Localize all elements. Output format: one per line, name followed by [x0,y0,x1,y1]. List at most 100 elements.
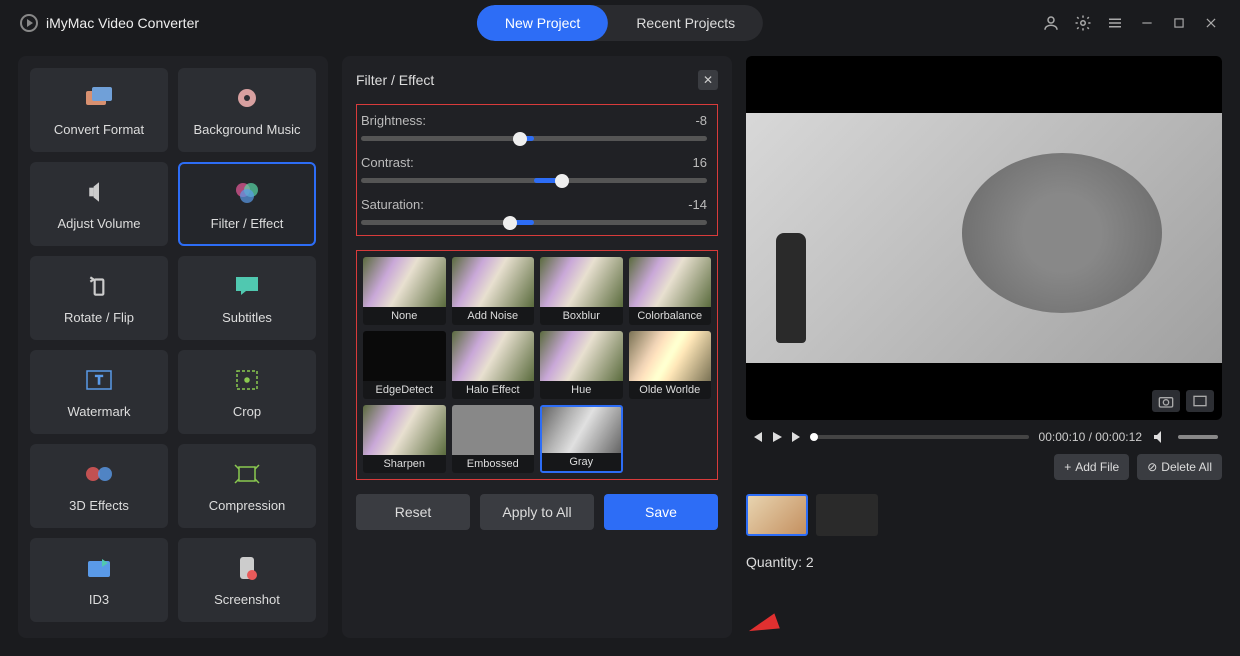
fullscreen-icon[interactable] [1186,390,1214,412]
tool-watermark[interactable]: T Watermark [30,350,168,434]
tool-label: Adjust Volume [57,216,140,231]
volume-slider[interactable] [1178,435,1218,439]
tool-convert-format[interactable]: Convert Format [30,68,168,152]
id3-icon [84,554,114,582]
tool-label: Watermark [67,404,130,419]
rotate-icon [84,272,114,300]
apply-to-all-button[interactable]: Apply to All [480,494,594,530]
screenshot-icon [232,554,262,582]
filter-edgedetect[interactable]: EdgeDetect [363,331,446,399]
app-logo-icon [20,14,38,32]
compression-icon [232,460,262,488]
time-display: 00:00:10 / 00:00:12 [1039,430,1142,444]
tool-3d-effects[interactable]: 3D Effects [30,444,168,528]
clip-thumb-1[interactable] [746,494,808,536]
filter-hue[interactable]: Hue [540,331,623,399]
tool-compression[interactable]: Compression [178,444,316,528]
close-icon[interactable] [1202,14,1220,32]
settings-icon[interactable] [1074,14,1092,32]
tool-background-music[interactable]: Background Music [178,68,316,152]
brightness-slider[interactable]: Brightness: -8 [361,113,707,141]
contrast-slider[interactable]: Contrast: 16 [361,155,707,183]
filter-olde-worlde[interactable]: Olde Worlde [629,331,712,399]
crop-icon [232,366,262,394]
convert-format-icon [84,84,114,112]
tools-sidebar: Convert Format Background Music Adjust V… [18,56,328,638]
tool-label: ID3 [89,592,109,607]
play-icon[interactable] [770,430,784,444]
tool-label: Background Music [194,122,301,137]
filter-sharpen[interactable]: Sharpen [363,405,446,473]
tab-recent-projects[interactable]: Recent Projects [608,5,763,41]
slider-label: Brightness: [361,113,426,128]
app-brand: iMyMac Video Converter [20,14,199,32]
filter-embossed[interactable]: Embossed [452,405,535,473]
tab-new-project[interactable]: New Project [477,5,608,41]
volume-icon[interactable] [1152,430,1168,444]
account-icon[interactable] [1042,14,1060,32]
clip-list [746,490,1222,540]
sliders-group: Brightness: -8 Contrast: 16 Saturation: … [356,104,718,236]
titlebar: iMyMac Video Converter New Project Recen… [0,0,1240,46]
watermark-icon: T [84,366,114,394]
saturation-slider[interactable]: Saturation: -14 [361,197,707,225]
filter-presets-group: None Add Noise Boxblur Colorbalance Edge… [356,250,718,480]
next-icon[interactable] [790,430,804,444]
tool-label: Filter / Effect [211,216,284,231]
clip-thumb-2[interactable] [816,494,878,536]
tool-label: Crop [233,404,261,419]
prev-icon[interactable] [750,430,764,444]
tool-filter-effect[interactable]: Filter / Effect [178,162,316,246]
app-title: iMyMac Video Converter [46,15,199,31]
volume-icon [84,178,114,206]
titlebar-right [1042,14,1220,32]
tool-screenshot[interactable]: Screenshot [178,538,316,622]
snapshot-icon[interactable] [1152,390,1180,412]
tool-adjust-volume[interactable]: Adjust Volume [30,162,168,246]
filter-halo-effect[interactable]: Halo Effect [452,331,535,399]
subtitles-icon [232,272,262,300]
panel-close-button[interactable]: ✕ [698,70,718,90]
3d-icon [84,460,114,488]
tool-label: Rotate / Flip [64,310,134,325]
svg-text:T: T [95,373,103,387]
music-icon [232,84,262,112]
project-tabs: New Project Recent Projects [477,5,763,41]
quantity-label: Quantity: 2 [746,554,1222,570]
save-button[interactable]: Save [604,494,718,530]
main-area: Convert Format Background Music Adjust V… [0,46,1240,656]
tool-label: Subtitles [222,310,272,325]
reset-button[interactable]: Reset [356,494,470,530]
tool-id3[interactable]: ID3 [30,538,168,622]
tool-rotate-flip[interactable]: Rotate / Flip [30,256,168,340]
tool-label: 3D Effects [69,498,129,513]
filter-gray[interactable]: Gray [540,405,623,473]
menu-icon[interactable] [1106,14,1124,32]
tool-label: Convert Format [54,122,144,137]
filter-effect-panel: Filter / Effect ✕ Brightness: -8 Contras… [342,56,732,638]
filter-boxblur[interactable]: Boxblur [540,257,623,325]
slider-value: -8 [695,113,707,128]
panel-title: Filter / Effect [356,72,434,88]
slider-value: -14 [688,197,707,212]
filter-icon [232,178,262,206]
slider-label: Contrast: [361,155,414,170]
slider-value: 16 [693,155,707,170]
filter-add-noise[interactable]: Add Noise [452,257,535,325]
tool-label: Compression [209,498,286,513]
preview-frame [746,113,1222,363]
progress-bar[interactable] [814,435,1029,439]
add-file-button[interactable]: +Add File [1054,454,1129,480]
filter-colorbalance[interactable]: Colorbalance [629,257,712,325]
maximize-icon[interactable] [1170,14,1188,32]
video-preview [746,56,1222,420]
playback-bar: 00:00:10 / 00:00:12 [746,430,1222,444]
preview-panel: 00:00:10 / 00:00:12 +Add File ⊘Delete Al… [746,56,1222,638]
tool-subtitles[interactable]: Subtitles [178,256,316,340]
filter-none[interactable]: None [363,257,446,325]
tool-crop[interactable]: Crop [178,350,316,434]
delete-all-button[interactable]: ⊘Delete All [1137,454,1222,480]
minimize-icon[interactable] [1138,14,1156,32]
tool-label: Screenshot [214,592,280,607]
slider-label: Saturation: [361,197,424,212]
